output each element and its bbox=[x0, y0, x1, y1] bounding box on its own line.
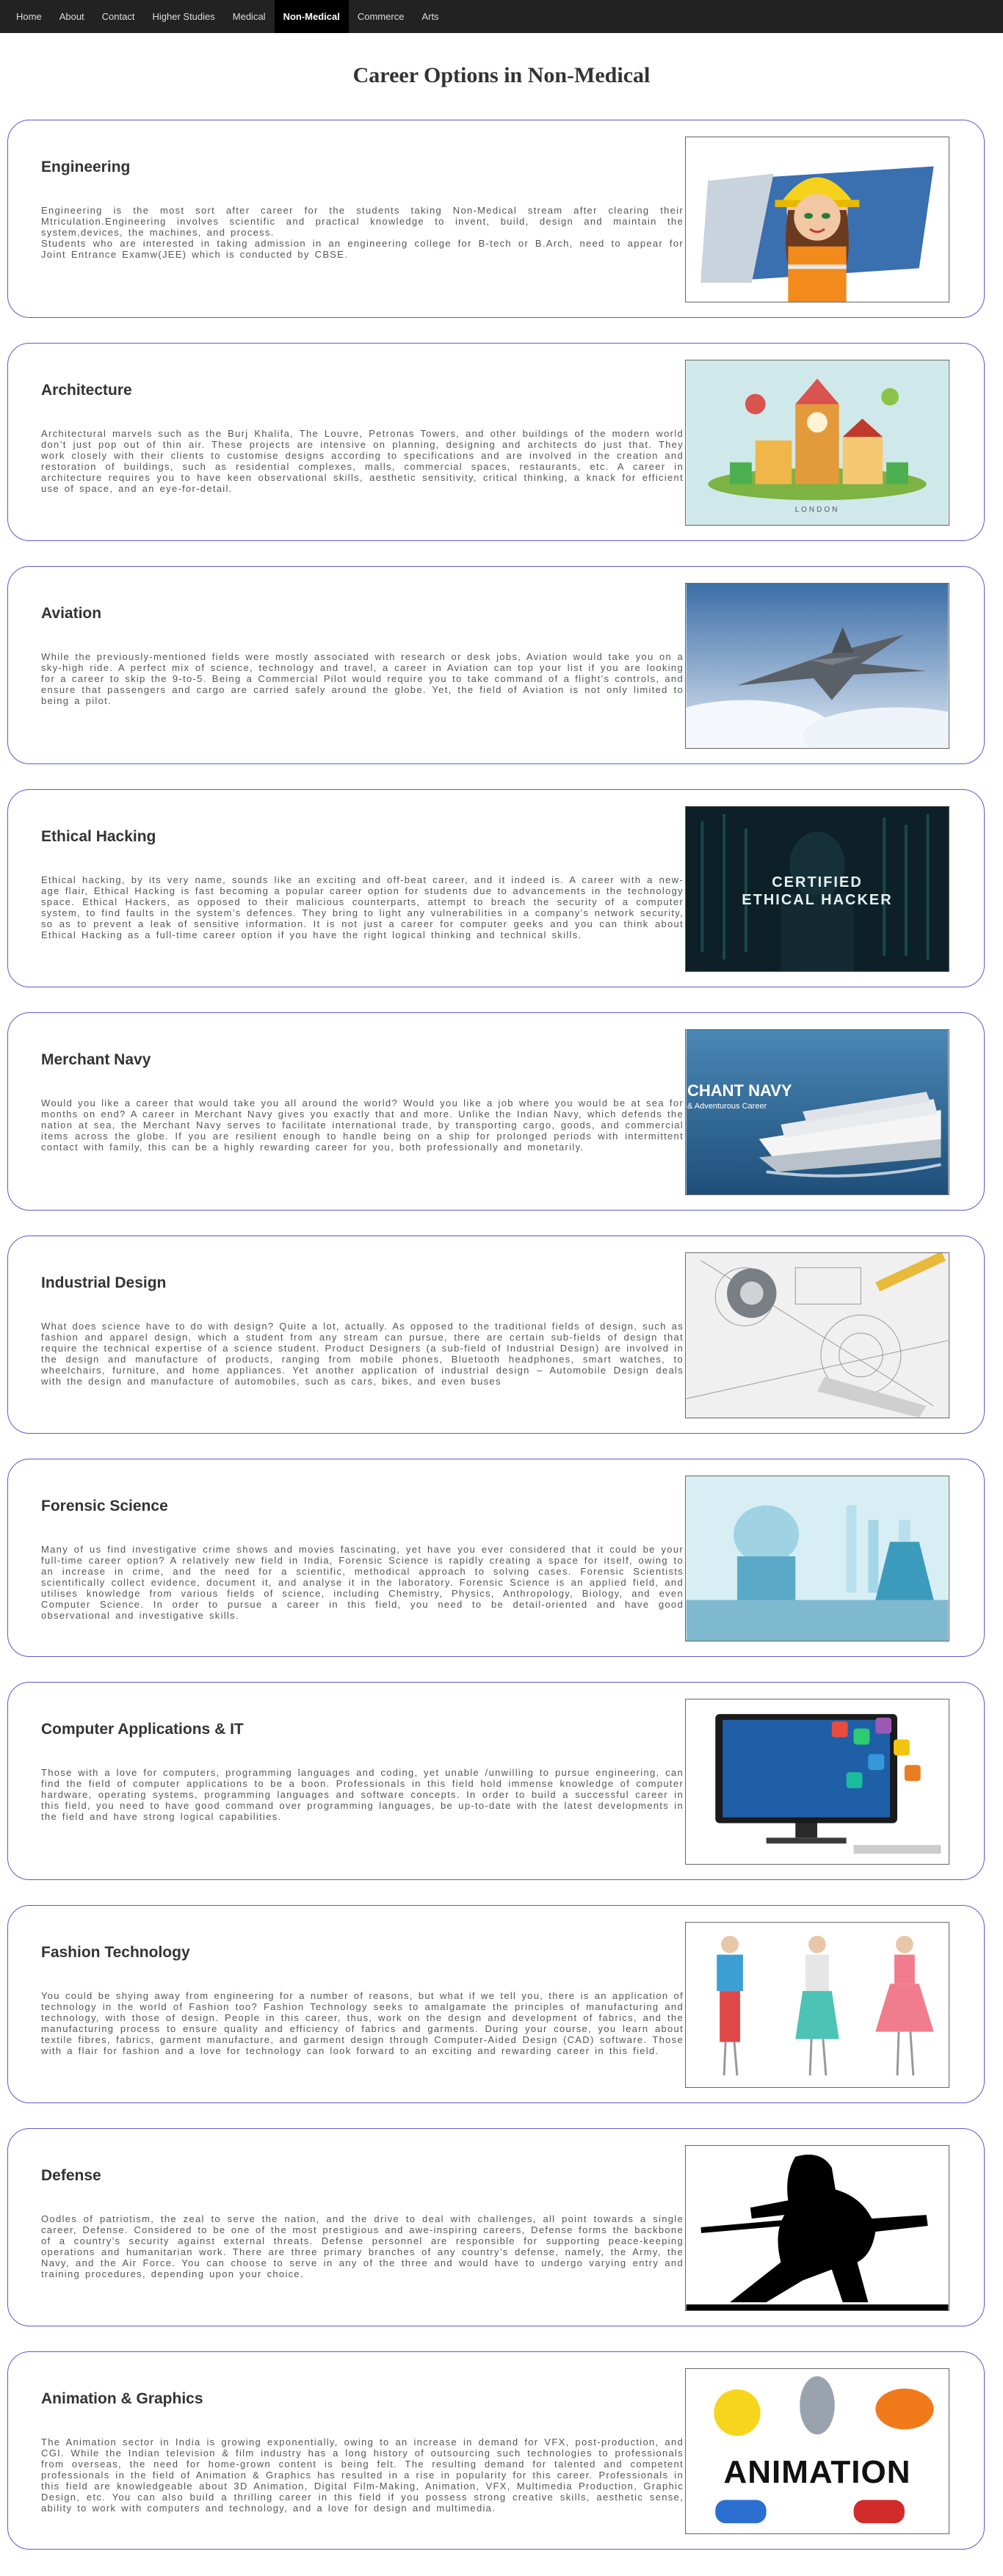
card-paragraph: What does science have to do with design… bbox=[41, 1321, 684, 1387]
card-description: Many of us find investigative crime show… bbox=[41, 1544, 684, 1621]
card-title: Industrial Design bbox=[41, 1274, 167, 1291]
card-paragraph: Those with a love for computers, program… bbox=[41, 1767, 684, 1822]
nav-higher-studies[interactable]: Higher Studies bbox=[143, 0, 223, 33]
career-card-merchant-navy: Merchant Navy Would you like a career th… bbox=[7, 1012, 985, 1211]
career-list: Engineering Engineering is the most sort… bbox=[7, 120, 985, 2575]
nav-home[interactable]: Home bbox=[7, 0, 51, 33]
career-card-industrial-design: Industrial Design What does science have… bbox=[7, 1236, 985, 1434]
computer-monitor-image bbox=[685, 1699, 949, 1865]
card-description: While the previously-mentioned fields we… bbox=[41, 651, 684, 706]
card-title: Aviation bbox=[41, 605, 102, 622]
card-description: What does science have to do with design… bbox=[41, 1321, 684, 1387]
ethical-hacker-image: CERTIFIED ETHICAL HACKER bbox=[685, 806, 949, 972]
career-card-aviation: Aviation While the previously-mentioned … bbox=[7, 566, 985, 764]
card-paragraph: Many of us find investigative crime show… bbox=[41, 1544, 684, 1621]
card-paragraph: Oodles of patriotism, the zeal to serve … bbox=[41, 2213, 684, 2279]
card-description: Architectural marvels such as the Burj K… bbox=[41, 428, 684, 494]
card-title: Ethical Hacking bbox=[41, 828, 156, 845]
card-description: The Animation sector in India is growing… bbox=[41, 2437, 684, 2514]
card-paragraph: While the previously-mentioned fields we… bbox=[41, 651, 684, 706]
nav-contact[interactable]: Contact bbox=[93, 0, 144, 33]
image-caption: CHANT NAVY bbox=[687, 1081, 792, 1100]
engineer-illustration-image bbox=[685, 137, 949, 302]
image-caption: ANIMATION bbox=[723, 2454, 911, 2490]
career-card-ethical-hacking: Ethical Hacking Ethical hacking, by its … bbox=[7, 789, 985, 987]
london-illustration-image: LONDON bbox=[685, 360, 949, 526]
card-paragraph: Students who are interested in taking ad… bbox=[41, 238, 684, 260]
card-paragraph: Engineering is the most sort after caree… bbox=[41, 205, 684, 238]
card-title: Animation & Graphics bbox=[41, 2390, 203, 2407]
image-caption: & Adventurous Career bbox=[687, 1102, 767, 1111]
card-title: Defense bbox=[41, 2167, 101, 2184]
cruise-ship-image: CHANT NAVY & Adventurous Career bbox=[685, 1029, 949, 1195]
card-title: Merchant Navy bbox=[41, 1051, 151, 1068]
card-paragraph: Would you like a career that would take … bbox=[41, 1097, 684, 1153]
card-title: Computer Applications & IT bbox=[41, 1721, 244, 1738]
image-caption: CERTIFIED bbox=[772, 874, 863, 890]
card-paragraph: Ethical hacking, by its very name, sound… bbox=[41, 874, 684, 940]
card-paragraph: You could be shying away from engineerin… bbox=[41, 1990, 684, 2056]
fighter-jet-image bbox=[685, 583, 949, 749]
fashion-sketch-image bbox=[685, 1922, 949, 2088]
card-description: Ethical hacking, by its very name, sound… bbox=[41, 874, 684, 940]
card-description: Engineering is the most sort after caree… bbox=[41, 205, 684, 260]
card-title: Engineering bbox=[41, 159, 131, 175]
card-description: Those with a love for computers, program… bbox=[41, 1767, 684, 1822]
card-description: You could be shying away from engineerin… bbox=[41, 1990, 684, 2056]
card-description: Oodles of patriotism, the zeal to serve … bbox=[41, 2213, 684, 2279]
career-card-animation: Animation & Graphics The Animation secto… bbox=[7, 2351, 985, 2550]
career-card-forensic-science: Forensic Science Many of us find investi… bbox=[7, 1459, 985, 1657]
nav-medical[interactable]: Medical bbox=[224, 0, 275, 33]
card-paragraph: Architectural marvels such as the Burj K… bbox=[41, 428, 684, 494]
career-card-fashion-technology: Fashion Technology You could be shying a… bbox=[7, 1905, 985, 2103]
card-paragraph: The Animation sector in India is growing… bbox=[41, 2437, 684, 2514]
career-card-computer-applications: Computer Applications & IT Those with a … bbox=[7, 1682, 985, 1880]
animation-characters-image: ANIMATION bbox=[685, 2368, 949, 2534]
card-title: Fashion Technology bbox=[41, 1944, 190, 1961]
laboratory-image bbox=[685, 1476, 949, 1641]
soldier-silhouette-image bbox=[685, 2145, 949, 2311]
card-title: Architecture bbox=[41, 382, 132, 399]
card-description: Would you like a career that would take … bbox=[41, 1097, 684, 1153]
career-card-engineering: Engineering Engineering is the most sort… bbox=[7, 120, 985, 318]
career-card-defense: Defense Oodles of patriotism, the zeal t… bbox=[7, 2128, 985, 2326]
nav-non-medical[interactable]: Non-Medical bbox=[274, 0, 349, 33]
image-caption: ETHICAL HACKER bbox=[742, 892, 893, 908]
career-card-architecture: Architecture Architectural marvels such … bbox=[7, 343, 985, 541]
nav-about[interactable]: About bbox=[51, 0, 93, 33]
card-title: Forensic Science bbox=[41, 1498, 168, 1514]
technical-drawing-image bbox=[685, 1252, 949, 1418]
image-caption: LONDON bbox=[794, 506, 840, 514]
nav-commerce[interactable]: Commerce bbox=[349, 0, 413, 33]
page-title: Career Options in Non-Medical bbox=[352, 63, 651, 87]
top-nav: Home About Contact Higher Studies Medica… bbox=[0, 0, 1003, 33]
nav-arts[interactable]: Arts bbox=[413, 0, 447, 33]
